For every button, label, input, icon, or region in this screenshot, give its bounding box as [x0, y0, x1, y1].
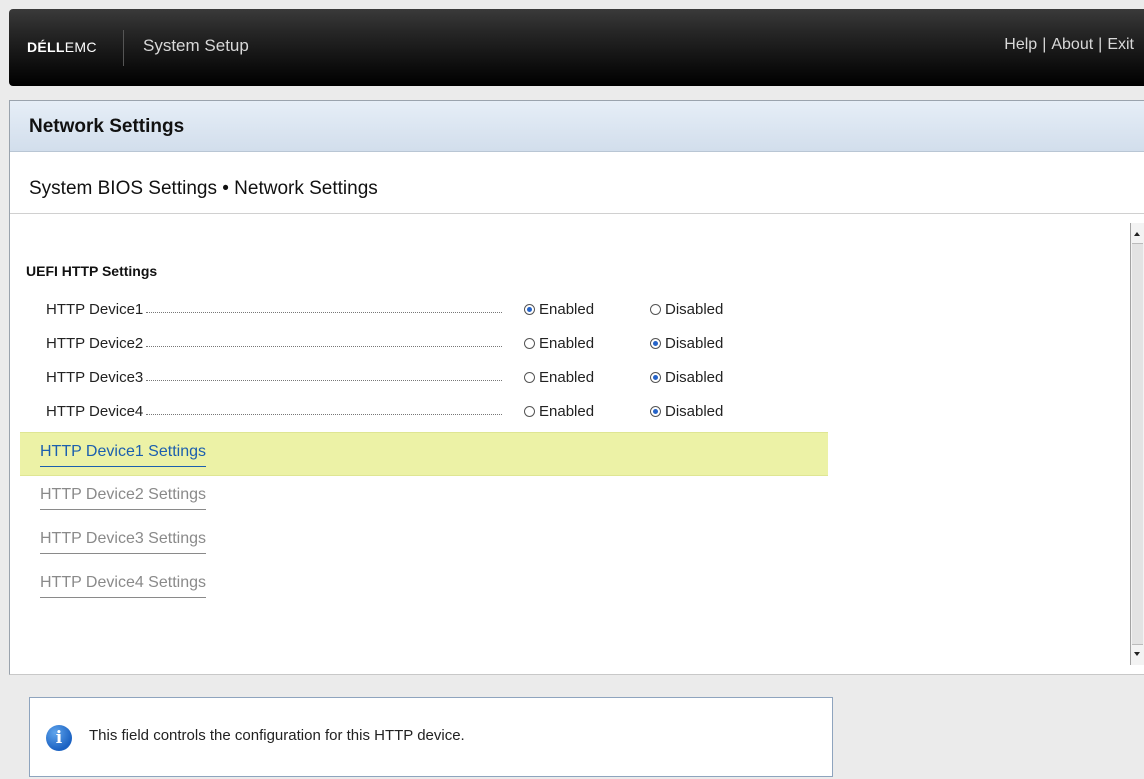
- dotted-leader: [146, 345, 502, 347]
- setting-row-http-device2: HTTP Device2 Enabled Disabled: [46, 333, 806, 359]
- setting-label: HTTP Device4: [46, 402, 144, 420]
- logo-dell: DÉLL: [27, 39, 65, 55]
- section-title: UEFI HTTP Settings: [26, 263, 158, 279]
- dotted-leader: [146, 413, 502, 415]
- http-device2-settings-link[interactable]: HTTP Device2 Settings: [40, 486, 206, 510]
- http-device4-settings-link[interactable]: HTTP Device4 Settings: [40, 574, 206, 598]
- setting-row-http-device4: HTTP Device4 Enabled Disabled: [46, 401, 806, 427]
- scroll-thumb[interactable]: [1132, 243, 1143, 645]
- http-device2-disabled-radio[interactable]: Disabled: [650, 333, 723, 353]
- info-icon: i: [46, 725, 72, 751]
- radio-checked-icon: [524, 303, 535, 315]
- radio-unchecked-icon: [650, 303, 661, 315]
- scroll-down-arrow-icon[interactable]: [1134, 652, 1140, 656]
- http-device1-disabled-radio[interactable]: Disabled: [650, 299, 723, 319]
- dell-emc-logo: DÉLLEMC: [27, 39, 97, 55]
- exit-link[interactable]: Exit: [1107, 36, 1134, 53]
- dotted-leader: [146, 379, 502, 381]
- setting-label: HTTP Device3: [46, 368, 144, 386]
- radio-unchecked-icon: [524, 337, 535, 349]
- setting-row-http-device1: HTTP Device1 Enabled Disabled: [46, 299, 806, 325]
- vertical-scrollbar[interactable]: [1130, 223, 1144, 665]
- radio-label: Enabled: [539, 334, 595, 352]
- radio-label: Disabled: [665, 300, 724, 318]
- panel-header: Network Settings: [10, 101, 1144, 152]
- radio-label: Disabled: [665, 334, 724, 352]
- menu-row-http-device4-settings[interactable]: HTTP Device4 Settings: [20, 564, 828, 606]
- radio-checked-icon: [650, 405, 661, 417]
- radio-label: Enabled: [539, 368, 595, 386]
- header-divider: [123, 30, 124, 66]
- radio-checked-icon: [650, 371, 661, 383]
- settings-panel: Network Settings System BIOS Settings • …: [9, 100, 1144, 675]
- breadcrumb: System BIOS Settings • Network Settings: [29, 178, 378, 199]
- app-title: System Setup: [143, 36, 249, 55]
- http-device2-enabled-radio[interactable]: Enabled: [524, 333, 594, 353]
- radio-label: Disabled: [665, 402, 724, 420]
- divider: [10, 213, 1144, 214]
- menu-row-http-device1-settings[interactable]: HTTP Device1 Settings: [20, 432, 828, 476]
- setting-label: HTTP Device2: [46, 334, 144, 352]
- radio-label: Enabled: [539, 402, 595, 420]
- http-device3-settings-link[interactable]: HTTP Device3 Settings: [40, 530, 206, 554]
- http-device1-enabled-radio[interactable]: Enabled: [524, 299, 594, 319]
- http-device3-enabled-radio[interactable]: Enabled: [524, 367, 594, 387]
- radio-label: Enabled: [539, 300, 595, 318]
- setting-label: HTTP Device1: [46, 300, 144, 318]
- help-text: This field controls the configuration fo…: [89, 727, 465, 744]
- radio-checked-icon: [650, 337, 661, 349]
- logo-emc: EMC: [64, 39, 97, 55]
- menu-row-http-device3-settings[interactable]: HTTP Device3 Settings: [20, 520, 828, 562]
- http-device4-enabled-radio[interactable]: Enabled: [524, 401, 594, 421]
- dotted-leader: [146, 311, 502, 313]
- http-device3-disabled-radio[interactable]: Disabled: [650, 367, 723, 387]
- radio-unchecked-icon: [524, 405, 535, 417]
- http-device1-settings-link[interactable]: HTTP Device1 Settings: [40, 443, 206, 467]
- link-separator: |: [1098, 36, 1103, 53]
- help-box: i This field controls the configuration …: [29, 697, 833, 777]
- top-links: Help | About | Exit: [1004, 36, 1134, 54]
- help-link[interactable]: Help: [1004, 36, 1037, 53]
- link-separator: |: [1042, 36, 1047, 53]
- top-bar: DÉLLEMC System Setup Help | About | Exit: [9, 9, 1144, 86]
- setting-row-http-device3: HTTP Device3 Enabled Disabled: [46, 367, 806, 393]
- radio-label: Disabled: [665, 368, 724, 386]
- page-title: Network Settings: [29, 116, 185, 137]
- scroll-up-arrow-icon[interactable]: [1134, 232, 1140, 236]
- http-device4-disabled-radio[interactable]: Disabled: [650, 401, 723, 421]
- radio-unchecked-icon: [524, 371, 535, 383]
- about-link[interactable]: About: [1051, 36, 1093, 53]
- menu-row-http-device2-settings[interactable]: HTTP Device2 Settings: [20, 476, 828, 518]
